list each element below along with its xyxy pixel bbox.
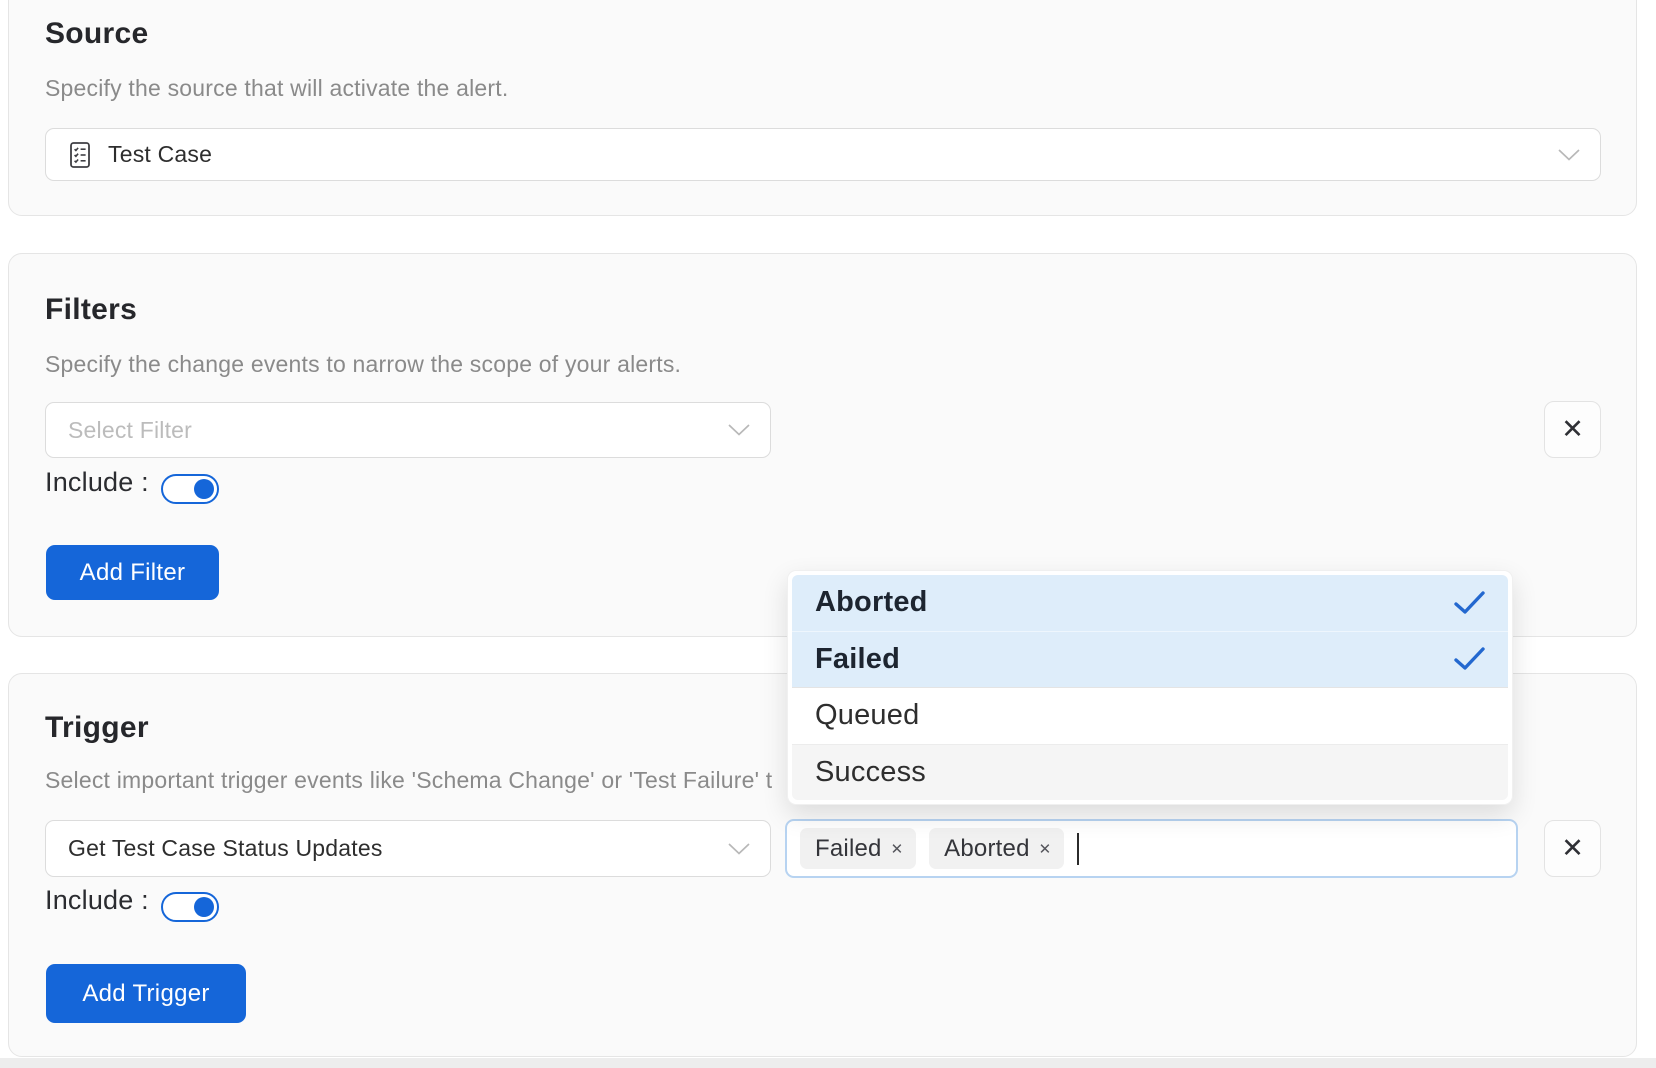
check-icon: [1454, 647, 1485, 671]
trigger-status-multiselect-input[interactable]: Failed ✕ Aborted ✕: [785, 819, 1518, 878]
check-icon: [1454, 591, 1485, 615]
chevron-down-icon: [728, 843, 750, 855]
source-description: Specify the source that will activate th…: [45, 75, 508, 102]
page-bottom-edge: [0, 1058, 1656, 1068]
trigger-description: Select important trigger events like 'Sc…: [45, 767, 772, 794]
dropdown-option-queued[interactable]: Queued: [792, 688, 1508, 745]
option-label: Queued: [815, 699, 919, 732]
tag-remove-icon[interactable]: ✕: [1039, 840, 1052, 858]
add-trigger-button[interactable]: Add Trigger: [46, 964, 246, 1023]
toggle-knob: [194, 479, 214, 499]
text-cursor: [1077, 833, 1079, 865]
test-case-checklist-icon: [68, 141, 92, 169]
dropdown-option-aborted[interactable]: Aborted: [792, 575, 1508, 632]
trigger-include-toggle[interactable]: [161, 892, 219, 922]
filters-title: Filters: [45, 293, 137, 327]
source-select-value: Test Case: [108, 141, 212, 168]
chevron-down-icon: [728, 424, 750, 436]
filters-description: Specify the change events to narrow the …: [45, 351, 681, 378]
trigger-select-value: Get Test Case Status Updates: [68, 835, 383, 862]
option-label: Failed: [815, 643, 900, 676]
dropdown-option-failed[interactable]: Failed: [792, 632, 1508, 689]
filter-select[interactable]: Select Filter: [45, 402, 771, 458]
status-dropdown-menu: Aborted Failed Queued Success: [787, 570, 1513, 805]
filters-include-label: Include :: [45, 467, 149, 498]
selected-tag-aborted: Aborted ✕: [929, 828, 1064, 869]
source-select[interactable]: Test Case: [45, 128, 1601, 181]
add-filter-button[interactable]: Add Filter: [46, 545, 219, 600]
option-label: Aborted: [815, 586, 928, 619]
chevron-down-icon: [1558, 149, 1580, 161]
trigger-title: Trigger: [45, 711, 149, 745]
remove-trigger-button[interactable]: ✕: [1544, 820, 1601, 877]
toggle-knob: [194, 897, 214, 917]
option-label: Success: [815, 756, 926, 789]
remove-filter-button[interactable]: ✕: [1544, 401, 1601, 458]
dropdown-option-success[interactable]: Success: [792, 745, 1508, 801]
alert-config-page: Source Specify the source that will acti…: [0, 0, 1656, 1068]
status-dropdown-options: Aborted Failed Queued Success: [792, 575, 1508, 800]
trigger-select[interactable]: Get Test Case Status Updates: [45, 820, 771, 877]
source-title: Source: [45, 17, 149, 51]
tag-remove-icon[interactable]: ✕: [891, 840, 904, 858]
tag-label: Failed: [815, 835, 882, 863]
filters-include-toggle[interactable]: [161, 474, 219, 504]
selected-tag-failed: Failed ✕: [800, 828, 916, 869]
trigger-include-label: Include :: [45, 885, 149, 916]
tag-label: Aborted: [944, 835, 1029, 863]
filter-select-placeholder: Select Filter: [68, 417, 192, 444]
source-section: Source Specify the source that will acti…: [8, 0, 1637, 216]
